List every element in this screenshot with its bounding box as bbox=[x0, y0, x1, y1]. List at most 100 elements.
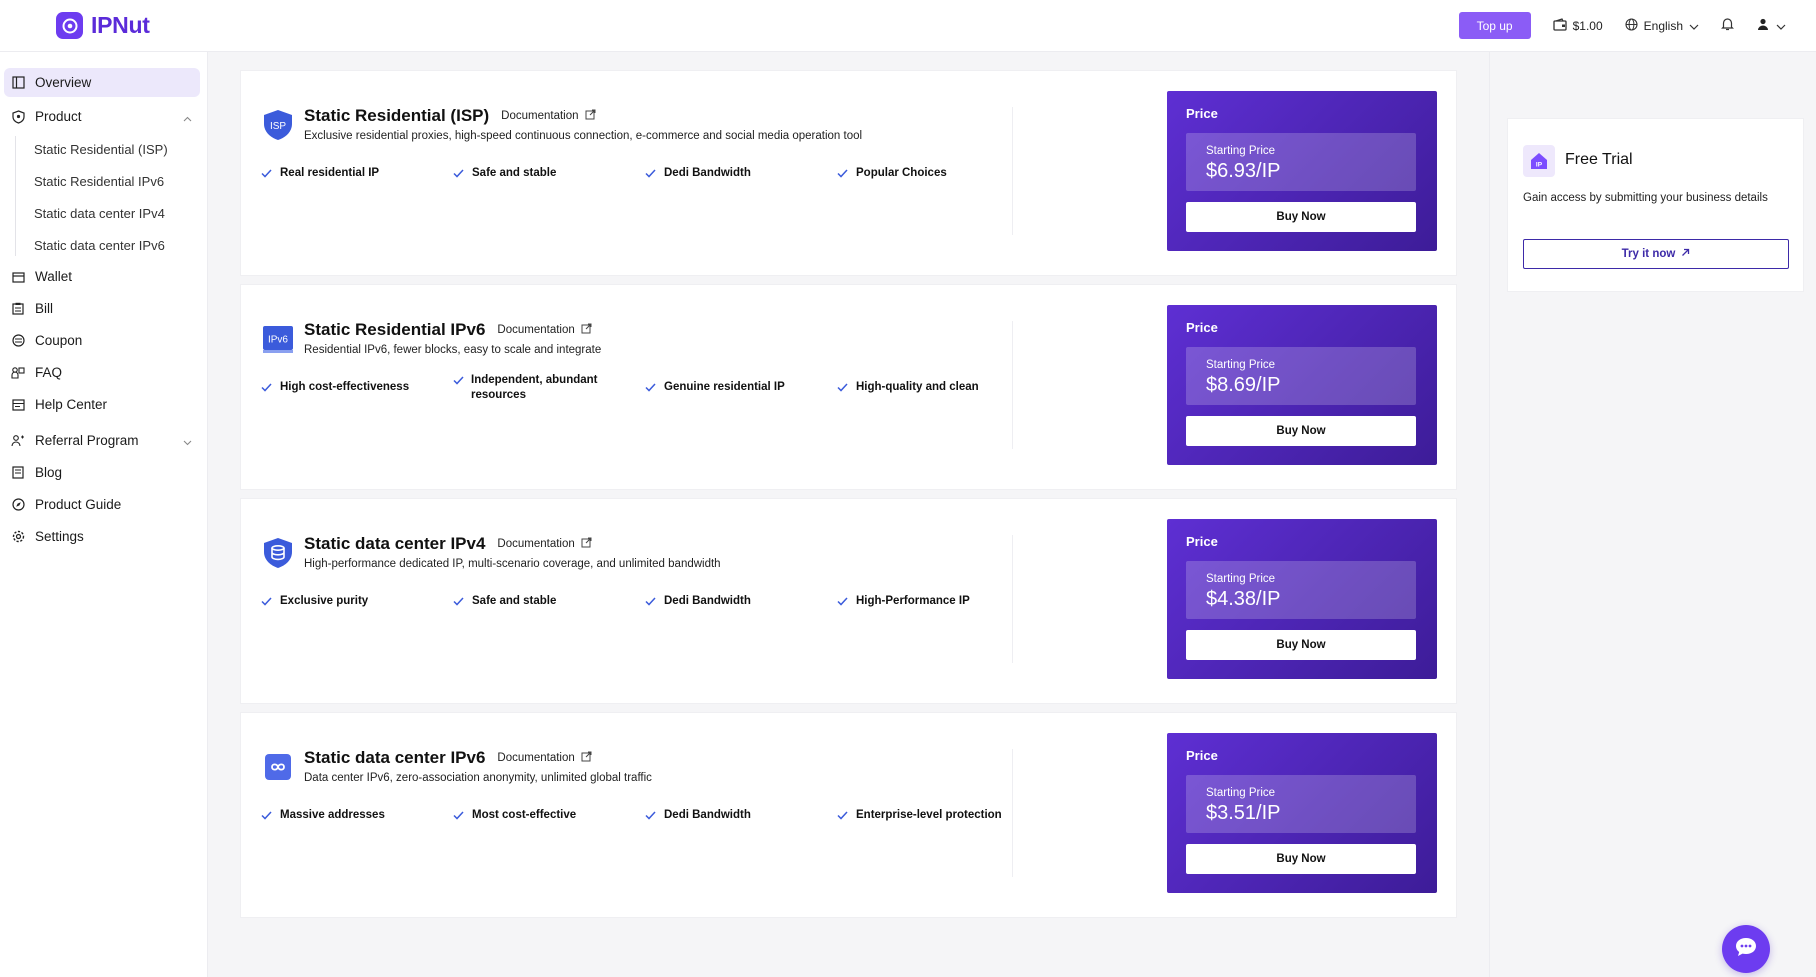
sidebar-item-label: Wallet bbox=[35, 269, 73, 284]
buy-now-button[interactable]: Buy Now bbox=[1186, 202, 1416, 232]
chevron-up-icon bbox=[183, 110, 192, 125]
logo[interactable]: IPNut bbox=[56, 12, 150, 39]
product-title: Static data center IPv4 bbox=[304, 534, 486, 553]
check-icon bbox=[645, 594, 657, 609]
free-trial-card: IP Free Trial Gain access by submitting … bbox=[1507, 118, 1804, 292]
documentation-link[interactable]: Documentation bbox=[497, 751, 592, 765]
globe-icon bbox=[1625, 17, 1638, 34]
faq-icon bbox=[11, 366, 25, 380]
feature-item: Dedi Bandwidth bbox=[645, 166, 751, 181]
clipboard-icon bbox=[11, 302, 25, 316]
balance-display[interactable]: $1.00 bbox=[1552, 17, 1603, 34]
documentation-label: Documentation bbox=[497, 538, 575, 550]
feature-item: Genuine residential IP bbox=[645, 380, 785, 395]
feature-list: Massive addresses Most cost-effective Dedi… bbox=[261, 808, 1031, 848]
compass-icon bbox=[11, 498, 25, 512]
language-selector[interactable]: English bbox=[1625, 17, 1699, 34]
check-icon bbox=[261, 808, 273, 823]
sidebar-item-settings[interactable]: Settings bbox=[4, 522, 200, 551]
sidebar-item-wallet[interactable]: Wallet bbox=[4, 262, 200, 291]
price-label: Price bbox=[1186, 748, 1218, 763]
feature-label: High-Performance IP bbox=[856, 595, 970, 607]
feature-item: Popular Choices bbox=[837, 166, 947, 181]
starting-price-label: Starting Price bbox=[1206, 145, 1276, 157]
product-card-3: Static data center IPv4 Documentation Hi… bbox=[240, 498, 1457, 704]
sidebar-item-product[interactable]: Product bbox=[4, 102, 200, 131]
feature-item: High cost-effectiveness bbox=[261, 380, 409, 395]
external-link-icon bbox=[585, 109, 596, 123]
buy-now-button[interactable]: Buy Now bbox=[1186, 844, 1416, 874]
starting-price-value: $4.38/IP bbox=[1206, 588, 1281, 610]
product-icon bbox=[262, 537, 294, 569]
price-panel: Price Starting Price $8.69/IP Buy Now bbox=[1167, 305, 1437, 465]
sidebar-subitem-static-dc-ipv6[interactable]: Static data center IPv6 bbox=[34, 238, 165, 253]
price-label: Price bbox=[1186, 320, 1218, 335]
check-icon bbox=[837, 166, 849, 181]
sidebar-subitem-static-residential-isp[interactable]: Static Residential (ISP) bbox=[34, 142, 168, 157]
buy-now-button[interactable]: Buy Now bbox=[1186, 630, 1416, 660]
feature-item: Safe and stable bbox=[453, 166, 556, 181]
price-panel: Price Starting Price $4.38/IP Buy Now bbox=[1167, 519, 1437, 679]
feature-label: Dedi Bandwidth bbox=[664, 167, 751, 179]
feature-label: Genuine residential IP bbox=[664, 381, 785, 393]
feature-label: Enterprise-level protection bbox=[856, 809, 1002, 821]
try-it-now-label: Try it now bbox=[1621, 248, 1676, 260]
sidebar: Overview Product Static Residential (ISP… bbox=[0, 52, 208, 977]
starting-price-label: Starting Price bbox=[1206, 359, 1276, 371]
sidebar-item-label: Coupon bbox=[35, 333, 83, 348]
documentation-link[interactable]: Documentation bbox=[501, 109, 596, 123]
product-title: Static data center IPv6 bbox=[304, 748, 486, 767]
buy-now-button[interactable]: Buy Now bbox=[1186, 416, 1416, 446]
sidebar-item-help-center[interactable]: Help Center bbox=[4, 390, 200, 419]
feature-label: Massive addresses bbox=[280, 809, 385, 821]
logo-icon bbox=[56, 12, 83, 39]
try-it-now-button[interactable]: Try it now bbox=[1523, 239, 1789, 269]
sidebar-item-bill[interactable]: Bill bbox=[4, 294, 200, 323]
sidebar-item-blog[interactable]: Blog bbox=[4, 458, 200, 487]
top-header: IPNut Top up $1.00 English bbox=[0, 0, 1816, 52]
product-title: Static Residential (ISP) bbox=[304, 106, 490, 125]
check-icon bbox=[837, 594, 849, 609]
feature-label: Safe and stable bbox=[472, 167, 557, 179]
documentation-label: Documentation bbox=[497, 324, 575, 336]
product-title: Static Residential IPv6 bbox=[304, 320, 486, 339]
documentation-link[interactable]: Documentation bbox=[497, 323, 592, 337]
sidebar-item-faq[interactable]: FAQ bbox=[4, 358, 200, 387]
price-label: Price bbox=[1186, 106, 1218, 121]
sidebar-item-product-guide[interactable]: Product Guide bbox=[4, 490, 200, 519]
sidebar-item-label: Settings bbox=[35, 529, 84, 544]
top-up-button[interactable]: Top up bbox=[1458, 12, 1531, 39]
sidebar-item-label: Referral Program bbox=[35, 433, 139, 448]
documentation-link[interactable]: Documentation bbox=[497, 537, 592, 551]
sidebar-item-label: Bill bbox=[35, 301, 54, 316]
sidebar-item-overview[interactable]: Overview bbox=[4, 68, 200, 97]
sidebar-item-label: Product bbox=[35, 109, 82, 124]
feature-label: High cost-effectiveness bbox=[280, 381, 410, 393]
external-link-icon bbox=[581, 323, 592, 337]
product-description: Data center IPv6, zero-association anony… bbox=[304, 772, 652, 784]
user-menu[interactable] bbox=[1756, 17, 1786, 34]
shield-icon bbox=[11, 109, 25, 124]
sidebar-item-referral-program[interactable]: Referral Program bbox=[4, 426, 200, 455]
starting-price-box: Starting Price $4.38/IP bbox=[1186, 561, 1416, 619]
feature-item: Safe and stable bbox=[453, 594, 556, 609]
product-description: Residential IPv6, fewer blocks, easy to … bbox=[304, 344, 602, 356]
sidebar-item-coupon[interactable]: Coupon bbox=[4, 326, 200, 355]
price-panel: Price Starting Price $6.93/IP Buy Now bbox=[1167, 91, 1437, 251]
product-description: Exclusive residential proxies, high-spee… bbox=[304, 130, 863, 142]
product-card-1: ISP Static Residential (ISP) Documentati… bbox=[240, 70, 1457, 276]
app-name: IPNut bbox=[91, 12, 150, 38]
bell-icon[interactable] bbox=[1721, 17, 1734, 34]
chat-support-button[interactable] bbox=[1722, 925, 1770, 973]
feature-item: Dedi Bandwidth bbox=[645, 808, 751, 823]
chevron-down-icon bbox=[1776, 19, 1786, 33]
starting-price-box: Starting Price $6.93/IP bbox=[1186, 133, 1416, 191]
feature-item: Enterprise-level protection bbox=[837, 808, 1002, 823]
check-icon bbox=[453, 808, 465, 823]
card-divider bbox=[1012, 535, 1013, 663]
feature-item: High-Performance IP bbox=[837, 594, 970, 609]
feature-label: Exclusive purity bbox=[280, 595, 369, 607]
documentation-label: Documentation bbox=[501, 110, 579, 122]
sidebar-subitem-static-dc-ipv4[interactable]: Static data center IPv4 bbox=[34, 206, 165, 221]
sidebar-subitem-static-residential-ipv6[interactable]: Static Residential IPv6 bbox=[34, 174, 164, 189]
